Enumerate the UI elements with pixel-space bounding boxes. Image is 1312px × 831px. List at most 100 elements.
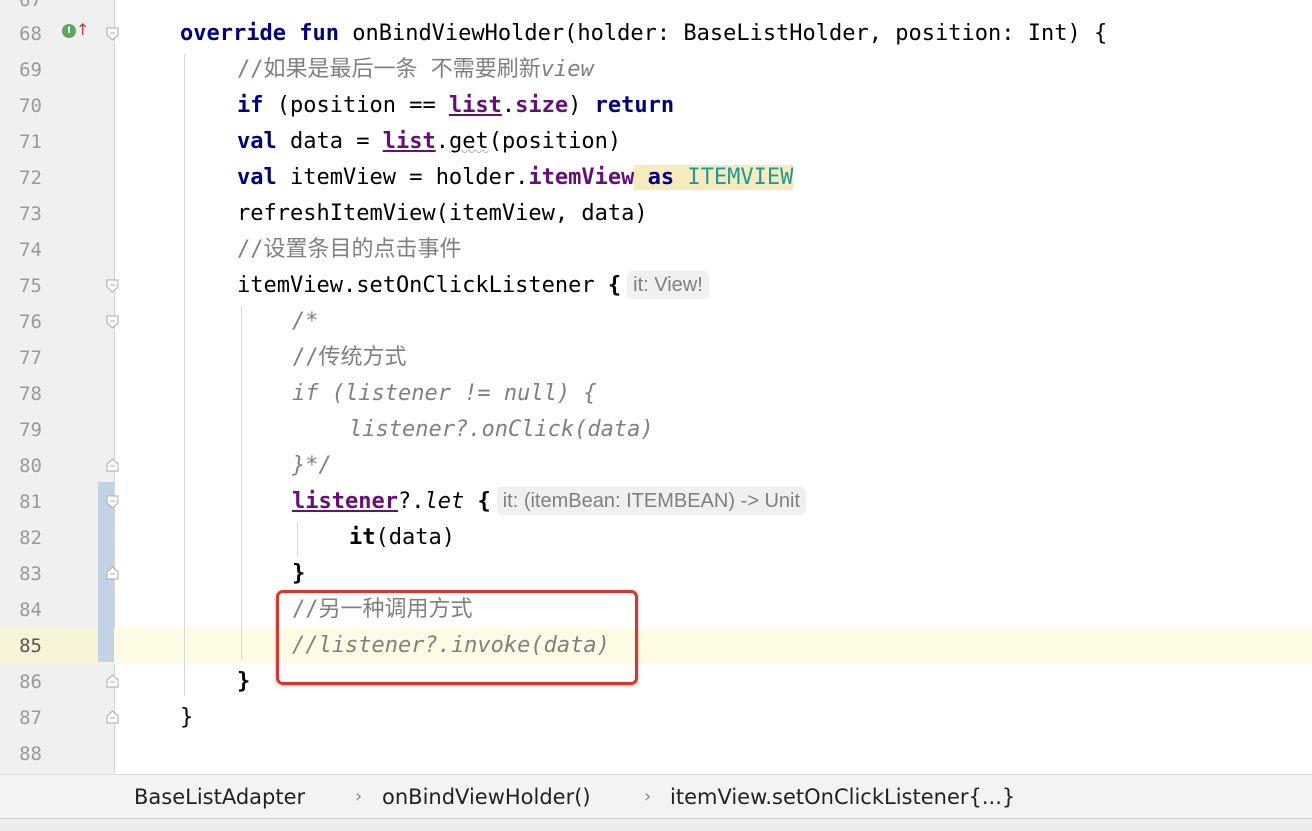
code-line[interactable]: 80 }*/: [0, 448, 1312, 484]
brace: {: [477, 489, 491, 514]
line-number: 88: [19, 743, 42, 765]
code-text: (position ==: [263, 93, 449, 118]
code-editor[interactable]: 67 68 override fun onBindViewHolder(hold…: [0, 0, 1312, 774]
keyword: val: [237, 129, 277, 154]
code-line[interactable]: 78 if (listener != null) {: [0, 376, 1312, 412]
keyword: val: [237, 165, 277, 190]
line-number: 73: [19, 203, 42, 225]
method-call[interactable]: get: [449, 129, 489, 154]
comment: //传统方式: [292, 345, 407, 370]
code-line[interactable]: 77 //传统方式: [0, 340, 1312, 376]
code-line[interactable]: 75 itemView.setOnClickListener {it: View…: [0, 268, 1312, 304]
line-number: 87: [19, 707, 42, 729]
brace: }: [237, 669, 251, 694]
comment: listener?.onClick(data): [349, 417, 654, 442]
line-number: 75: [19, 275, 42, 297]
code-line[interactable]: 79 listener?.onClick(data): [0, 412, 1312, 448]
keyword: fun: [299, 21, 339, 46]
line-number: 86: [19, 671, 42, 693]
fold-open-icon[interactable]: [106, 315, 119, 329]
code-line[interactable]: 71 val data = list.get(position): [0, 124, 1312, 160]
keyword: as: [647, 165, 675, 190]
keyword: override: [180, 21, 286, 46]
brace: }: [180, 705, 194, 730]
line-number: 74: [19, 239, 42, 261]
keyword: return: [594, 93, 675, 118]
line-number: 77: [19, 347, 42, 369]
code-line[interactable]: 76 /*: [0, 304, 1312, 340]
keyword: it: [349, 525, 376, 550]
indent-guide: [241, 306, 242, 660]
code-text: (data): [375, 525, 455, 550]
override-arrow-icon[interactable]: ↑: [76, 20, 89, 40]
code-line[interactable]: 72 val itemView = holder.itemView as ITE…: [0, 160, 1312, 196]
code-line[interactable]: 69 //如果是最后一条 不需要刷新view: [0, 52, 1312, 88]
line-number: 85: [19, 635, 42, 657]
line-number: 84: [19, 599, 42, 621]
property-reference[interactable]: itemView: [528, 165, 634, 190]
code-line[interactable]: 81 listener?.let {it: (itemBean: ITEMBEA…: [0, 484, 1312, 520]
indent-guide: [184, 54, 185, 696]
code-line[interactable]: 82 it(data): [0, 520, 1312, 556]
code-line[interactable]: 70 if (position == list.size) return: [0, 88, 1312, 124]
breadcrumb-item-class[interactable]: BaseListAdapter: [134, 775, 305, 819]
breadcrumb-item-method[interactable]: onBindViewHolder(): [382, 775, 591, 819]
property-reference[interactable]: listener: [292, 489, 398, 514]
property-reference[interactable]: list: [383, 129, 436, 154]
code-line[interactable]: 73 refreshItemView(itemView, data): [0, 196, 1312, 232]
line-number: 82: [19, 527, 42, 549]
code-text: itemView.setOnClickListener: [237, 273, 608, 298]
line-number: 72: [19, 167, 42, 189]
property-reference[interactable]: list: [449, 93, 502, 118]
code-text: (position): [488, 129, 622, 154]
fold-open-icon[interactable]: [106, 27, 119, 41]
code-line[interactable]: 83 }: [0, 556, 1312, 592]
line-number: 68: [19, 23, 42, 45]
line-number: 76: [19, 311, 42, 333]
function-signature: onBindViewHolder(holder: BaseListHolder,…: [338, 21, 1108, 46]
line-number: 80: [19, 455, 42, 477]
code-text: ): [568, 93, 595, 118]
comment: if (listener != null) {: [292, 381, 597, 406]
comment: view: [540, 57, 594, 82]
parameter-hint[interactable]: it: (itemBean: ITEMBEAN) -> Unit: [496, 487, 807, 515]
implements-icon[interactable]: I: [62, 24, 76, 38]
breadcrumb-item-lambda[interactable]: itemView.setOnClickListener{...}: [670, 775, 1015, 819]
code-line[interactable]: 86 }: [0, 664, 1312, 700]
parameter-hint[interactable]: it: View!: [627, 271, 709, 299]
line-number: 79: [19, 419, 42, 441]
code-line[interactable]: 74 //设置条目的点击事件: [0, 232, 1312, 268]
brace: }: [292, 561, 306, 586]
fold-close-icon[interactable]: [106, 710, 119, 724]
breadcrumb-separator: ›: [355, 786, 363, 807]
fold-close-icon[interactable]: [106, 458, 119, 472]
line-number: 70: [19, 95, 42, 117]
fold-close-icon[interactable]: [106, 674, 119, 688]
line-number: 83: [19, 563, 42, 585]
property-reference[interactable]: size: [515, 93, 568, 118]
code-text: .: [435, 129, 449, 154]
code-text: data =: [276, 129, 383, 154]
code-line[interactable]: 68 override fun onBindViewHolder(holder:…: [0, 16, 1312, 52]
line-number: 69: [19, 59, 42, 81]
code-line[interactable]: 84 //另一种调用方式: [0, 592, 1312, 628]
code-line-current[interactable]: 85 //listener?.invoke(data): [0, 628, 1312, 664]
comment: }*/: [292, 453, 332, 478]
fold-close-icon[interactable]: [106, 566, 119, 580]
status-bar: [0, 818, 1312, 831]
type-parameter[interactable]: ITEMVIEW: [687, 165, 793, 190]
fold-open-icon[interactable]: [106, 495, 119, 509]
breadcrumb: BaseListAdapter › onBindViewHolder() › i…: [0, 774, 1312, 819]
code-line[interactable]: 87 }: [0, 700, 1312, 736]
comment: /*: [292, 309, 319, 334]
brace: {: [607, 273, 622, 298]
keyword: if: [237, 93, 264, 118]
fold-open-icon[interactable]: [106, 279, 119, 293]
code-text: refreshItemView(itemView, data): [237, 201, 648, 226]
line-number: 81: [19, 491, 42, 513]
code-line[interactable]: 88: [0, 736, 1312, 772]
function-call[interactable]: let: [424, 489, 464, 514]
